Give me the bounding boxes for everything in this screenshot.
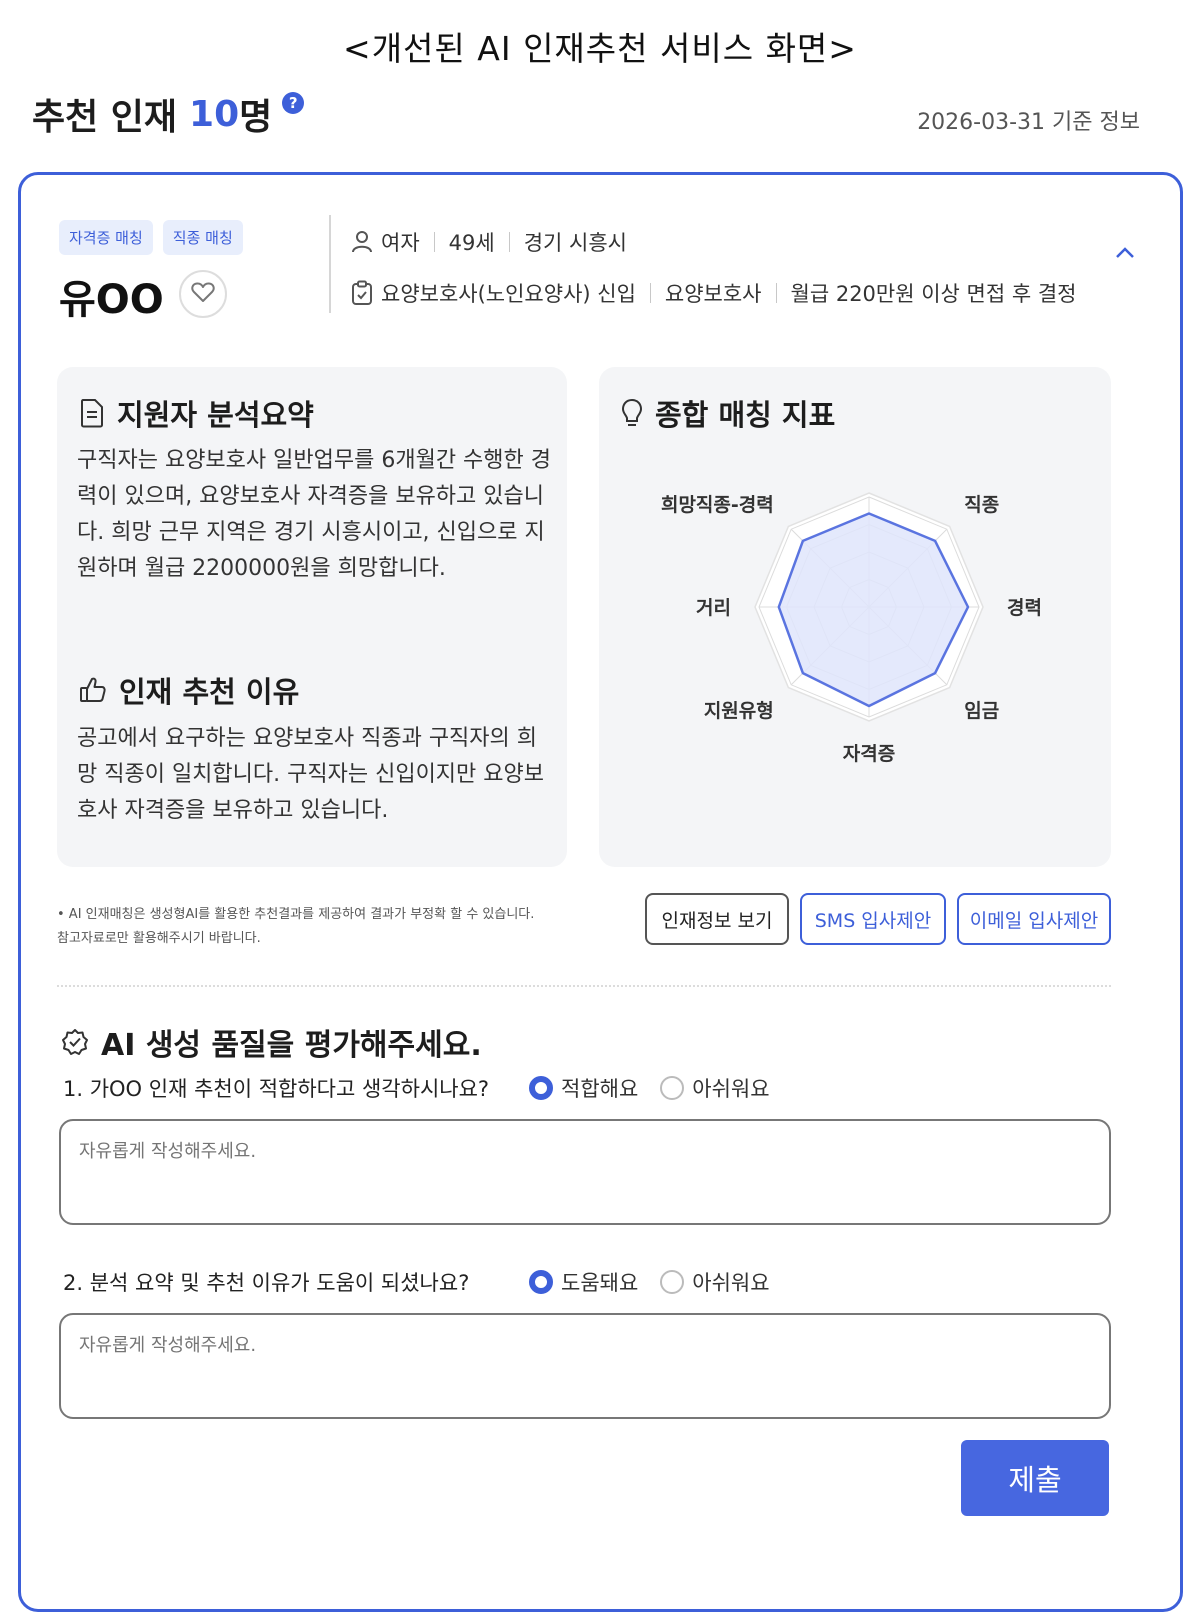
document-icon [79,398,105,428]
reason-title: 인재 추천 이유 [119,675,300,709]
radio-q2-helpful-label[interactable]: 도움돼요 [561,1267,638,1297]
question-1: 1. 가OO 인재 추천이 적합하다고 생각하시나요? [63,1077,490,1101]
radar-axis-label: 자격증 [843,743,895,765]
matching-title: 종합 매칭 지표 [655,398,836,432]
section-divider [57,985,1111,987]
radio-q2-disappointing-label[interactable]: 아쉬워요 [692,1267,769,1297]
analysis-panel: 지원자 분석요약 구직자는 요양보호사 일반업무를 6개월간 수행한 경력이 있… [57,367,567,867]
summary-title: 지원자 분석요약 [117,398,314,432]
candidate-profile-row: 여자 49세 경기 시흥시 [351,227,627,257]
disclaimer-line-2: 참고자료로만 활용해주시기 바랍니다. [57,931,261,946]
radio-q1-suitable[interactable] [529,1076,553,1100]
candidate-age: 49세 [448,231,495,255]
email-offer-button[interactable]: 이메일 입사제안 [957,893,1111,945]
question-2: 2. 분석 요약 및 추천 이유가 도움이 되셨나요? [63,1271,470,1295]
match-tags: 자격증 매칭 직종 매칭 [59,220,243,255]
summary-text: 구직자는 요양보호사 일반업무를 6개월간 수행한 경력이 있으며, 요양보호사… [77,448,552,581]
separator [775,283,777,303]
radar-axis-label: 희망직종-경력 [661,494,774,516]
sms-offer-button[interactable]: SMS 입사제안 [800,893,946,945]
radio-q2-disappointing[interactable] [660,1270,685,1294]
candidate-salary: 월급 220만원 이상 면접 후 결정 [790,282,1077,306]
matching-radar-chart: 직무직종경력임금자격증지원유형거리희망직종-경력 [661,492,1042,765]
matching-heading: 종합 매칭 지표 [621,392,835,434]
reason-heading: 인재 추천 이유 [79,669,299,711]
collapse-button[interactable] [1114,245,1136,264]
disclaimer-line-1: • AI 인재매칭은 생성형AI를 활용한 추천결과를 제공하여 결과가 부정확… [57,907,535,922]
tag-job-match: 직종 매칭 [162,220,243,255]
candidate-desired-job: 요양보호사(노인요양사) 신입 [381,282,636,306]
reason-text: 공고에서 요구하는 요양보호사 직종과 구직자의 희망 직종이 일치합니다. 구… [77,726,545,823]
radar-axis-label: 직종 [964,494,999,516]
question-1-options: 적합해요 아쉬워요 [529,1073,792,1103]
question-2-options: 도움돼요 아쉬워요 [529,1267,792,1297]
radar-axis-label: 임금 [964,700,999,722]
candidate-name: 유OO [59,277,164,323]
clipboard-icon [351,280,373,306]
check-badge-icon [61,1028,89,1056]
candidate-job-row: 요양보호사(노인요양사) 신입 요양보호사 월급 220만원 이상 면접 후 결… [351,278,1077,308]
person-icon [351,230,373,254]
radio-q1-disappointing[interactable] [660,1076,685,1100]
favorite-button[interactable] [179,270,227,318]
lightbulb-icon [621,398,643,428]
radar-axis-label: 지원유형 [704,700,774,722]
radar-axis-label: 거리 [696,597,731,619]
separator [649,283,651,303]
radio-q2-helpful[interactable] [529,1270,553,1294]
candidate-location: 경기 시흥시 [523,231,627,255]
heart-icon [191,281,215,307]
ai-disclaimer: • AI 인재매칭은 생성형AI를 활용한 추천결과를 제공하여 결과가 부정확… [57,903,617,951]
recommend-count-header: 추천 인재 10 명 ? [32,88,305,140]
candidate-card: 자격증 매칭 직종 매칭 유OO 여자 49세 경기 시흥시 요양보호사(노인요… [18,172,1183,1612]
candidate-gender: 여자 [381,231,420,255]
radio-q1-suitable-label[interactable]: 적합해요 [561,1073,638,1103]
chevron-up-icon [1114,245,1136,264]
submit-button[interactable]: 제출 [961,1440,1109,1516]
evaluation-heading: AI 생성 품질을 평가해주세요. [61,1020,482,1064]
recommend-count-unit: 명 [239,97,273,138]
recommend-count: 10 [189,93,240,135]
separator [433,232,435,252]
tag-license-match: 자격증 매칭 [59,220,153,255]
thumbs-up-icon [79,676,107,704]
help-icon[interactable]: ? [282,92,305,114]
page-caption: <개선된 AI 인재추천 서비스 화면> [343,29,857,68]
basis-date: 2026-03-31 기준 정보 [917,110,1140,135]
summary-heading: 지원자 분석요약 [79,392,314,434]
feedback-input-2[interactable] [59,1313,1111,1419]
feedback-input-1[interactable] [59,1119,1111,1225]
divider [329,215,331,313]
evaluation-title: AI 생성 품질을 평가해주세요. [101,1028,482,1063]
separator [508,232,510,252]
view-candidate-info-button[interactable]: 인재정보 보기 [645,893,789,945]
matching-panel: 종합 매칭 지표 직무직종경력임금자격증지원유형거리희망직종-경력 [599,367,1111,867]
radar-axis-label: 경력 [1007,597,1042,619]
radio-q1-disappointing-label[interactable]: 아쉬워요 [692,1073,769,1103]
candidate-job-type: 요양보호사 [664,282,762,306]
page-title: 추천 인재 [32,97,178,138]
